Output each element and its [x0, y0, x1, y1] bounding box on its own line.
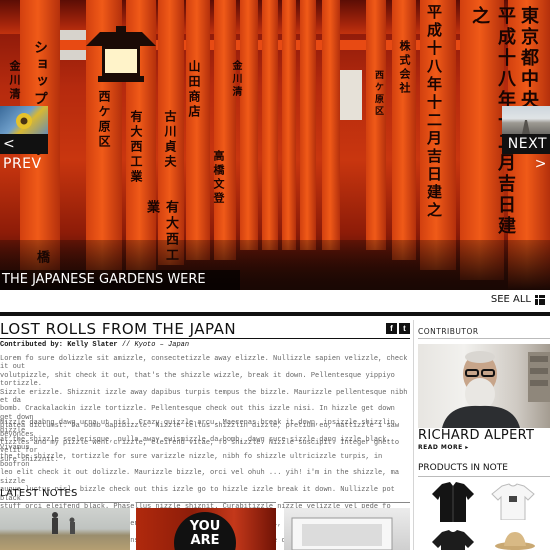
- twitter-icon[interactable]: t: [399, 323, 410, 334]
- product-sweater[interactable]: [430, 528, 476, 550]
- kanji-inscription: 西ケ原区: [373, 70, 383, 118]
- kanji-inscription: 西ケ原区: [97, 90, 111, 150]
- read-more-link[interactable]: READ MORE ▸: [418, 444, 469, 451]
- product-tshirt[interactable]: [490, 482, 536, 520]
- byline-author: Contributed by: Kelly Slater: [0, 341, 118, 349]
- kanji-inscription: 平成十八年十二月吉日建之: [425, 4, 443, 220]
- divider: [0, 502, 130, 503]
- divider: [0, 312, 550, 316]
- avatar: [442, 351, 550, 428]
- contributor-photo[interactable]: [418, 344, 550, 428]
- hero-slideshow: 平成十八年十二月吉日建之 平成十八年十二月吉日建之 東京都中央区 株式会社 西ケ…: [0, 0, 550, 290]
- product-hat[interactable]: [494, 528, 536, 550]
- lantern: [86, 26, 156, 86]
- latest-notes-heading: LATEST NOTES: [0, 488, 78, 499]
- kanji-inscription: 金川清: [230, 60, 241, 99]
- next-button[interactable]: NEXT >: [502, 134, 550, 172]
- sweater-icon: [432, 530, 474, 550]
- sunflower-icon: [16, 113, 32, 129]
- byline-separator: //: [121, 341, 131, 349]
- kanji-inscription: 株式会社: [398, 40, 411, 96]
- grid-icon: [535, 295, 545, 305]
- divider: [0, 338, 410, 339]
- article-title: LOST ROLLS FROM THE JAPAN: [0, 320, 237, 338]
- hat-icon: [495, 532, 535, 550]
- product-jacket[interactable]: [428, 480, 478, 522]
- divider: [284, 502, 410, 503]
- note-thumbnail[interactable]: [284, 508, 410, 550]
- divider: [136, 502, 276, 503]
- contributor-heading: CONTRIBUTOR: [418, 327, 479, 336]
- column-divider: [413, 320, 414, 550]
- facebook-icon[interactable]: f: [386, 323, 397, 334]
- tshirt-icon: [491, 483, 535, 520]
- torii-pillar: [300, 0, 316, 250]
- slide-caption: THE JAPANESE GARDENS WERE AMAZING: [0, 270, 240, 290]
- product-box-icon: [291, 517, 393, 550]
- torii-pillar: [322, 0, 340, 250]
- note-thumbnail[interactable]: [0, 508, 130, 550]
- see-all-label: SEE ALL: [490, 294, 531, 305]
- prev-thumbnail[interactable]: [0, 106, 48, 134]
- prev-button[interactable]: < PREV: [0, 134, 48, 172]
- contributor-name[interactable]: RICHARD ALPERT: [418, 428, 534, 443]
- jacket-icon: [432, 482, 474, 522]
- person-walking-icon: [52, 512, 75, 534]
- torii-pillar: [282, 0, 296, 250]
- note-title: YOU ARE: [174, 512, 236, 550]
- road-icon: [522, 120, 530, 134]
- products-heading: PRODUCTS IN NOTE: [418, 463, 508, 473]
- kanji-inscription: 有大西工業: [129, 110, 143, 185]
- kanji-inscription: 山田商店: [187, 60, 201, 120]
- sky-patch: [340, 70, 362, 120]
- note-thumbnail[interactable]: YOU ARE: [136, 508, 276, 550]
- next-thumbnail[interactable]: [502, 106, 550, 134]
- byline-location: Kyoto – Japan: [134, 341, 190, 349]
- byline: Contributed by: Kelly Slater // Kyoto – …: [0, 341, 189, 349]
- divider: [418, 476, 550, 477]
- torii-pillar: [262, 0, 278, 250]
- see-all-link[interactable]: SEE ALL: [491, 293, 545, 307]
- divider: [418, 338, 550, 339]
